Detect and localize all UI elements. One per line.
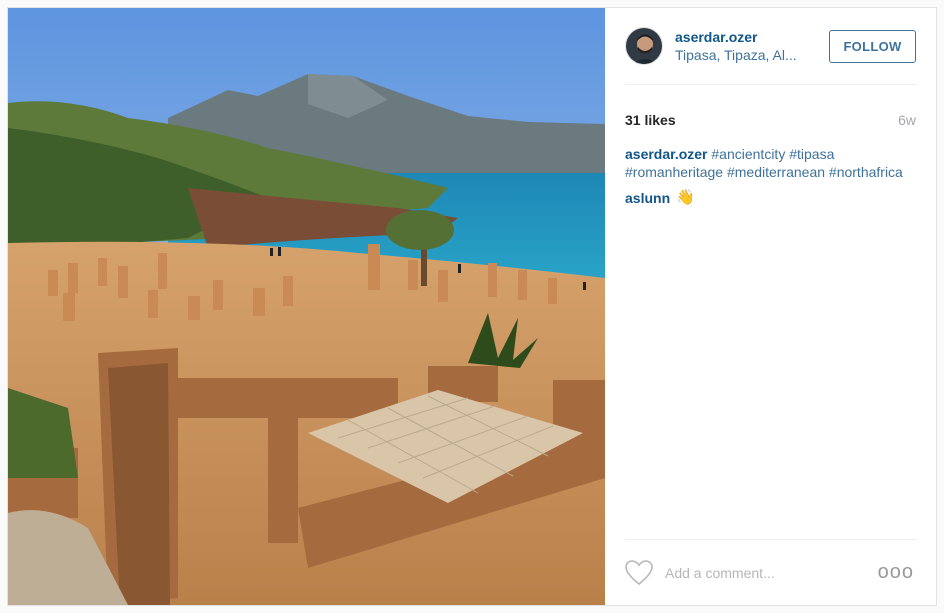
post-sidebar: aserdar.ozer Tipasa, Tipaza, Al... FOLLO… [605,8,936,605]
waving-hand-icon: 👋 [676,189,695,206]
avatar[interactable] [625,27,663,65]
likes-row: 31 likes 6w [625,85,916,135]
follow-button[interactable]: FOLLOW [829,29,916,63]
likes-count[interactable]: 31 likes [625,112,676,128]
ruins-landscape-image [8,8,605,605]
author-info: aserdar.ozer Tipasa, Tipaza, Al... [675,28,829,64]
heart-icon[interactable] [625,559,653,586]
comment-input[interactable] [665,564,876,581]
caption-username-link[interactable]: aserdar.ozer [625,146,708,162]
comment-footer: ooo [625,539,916,605]
more-options-icon[interactable]: ooo [876,561,916,584]
caption: aserdar.ozer #ancientcity #tipasa #roman… [625,145,916,181]
hashtag-link[interactable]: #mediterranean [727,164,825,180]
post-age[interactable]: 6w [898,112,916,128]
post-photo[interactable] [8,8,605,605]
author-username-link[interactable]: aserdar.ozer [675,28,829,46]
comment-item: aslunn 👋 [625,189,916,207]
profile-photo-icon [626,28,662,64]
post-header: aserdar.ozer Tipasa, Tipaza, Al... FOLLO… [625,8,916,85]
hashtag-link[interactable]: #northafrica [829,164,903,180]
hashtag-link[interactable]: #romanheritage [625,164,723,180]
location-link[interactable]: Tipasa, Tipaza, Al... [675,46,805,64]
post-container: aserdar.ozer Tipasa, Tipaza, Al... FOLLO… [7,7,937,606]
comment-username-link[interactable]: aslunn [625,189,670,207]
hashtag-link[interactable]: #ancientcity [711,146,785,162]
hashtag-link[interactable]: #tipasa [789,146,834,162]
